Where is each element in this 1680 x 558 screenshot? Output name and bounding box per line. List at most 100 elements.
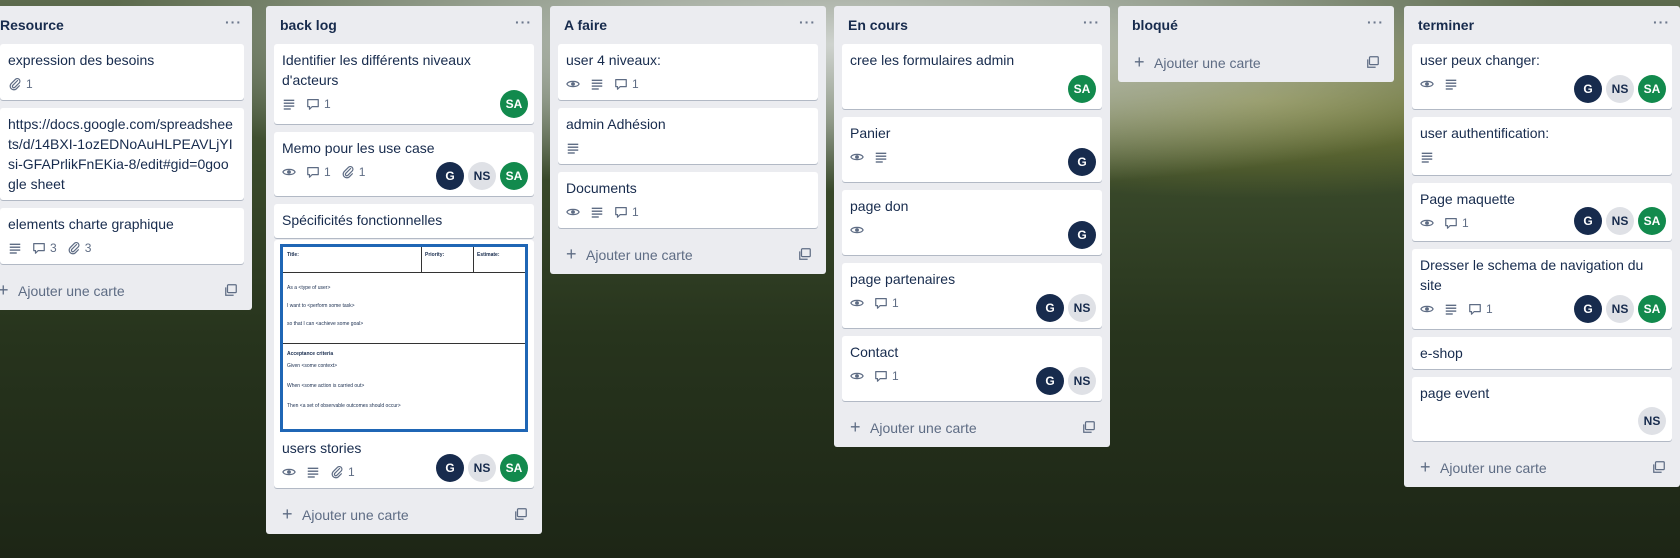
- avatar[interactable]: G: [1036, 294, 1064, 322]
- list-title[interactable]: bloqué: [1132, 17, 1178, 33]
- watch-badge: [850, 223, 864, 237]
- avatar[interactable]: G: [1574, 295, 1602, 323]
- card-template-icon[interactable]: [1366, 55, 1380, 69]
- list-menu-icon[interactable]: ···: [799, 14, 816, 30]
- list-header[interactable]: Resource ···: [0, 6, 252, 44]
- list-title[interactable]: A faire: [564, 17, 607, 33]
- avatar[interactable]: SA: [1068, 75, 1096, 103]
- watch-badge: [566, 205, 580, 219]
- add-card-button[interactable]: + Ajouter une carte: [834, 409, 1110, 447]
- avatar[interactable]: SA: [500, 162, 528, 190]
- list-header[interactable]: terminer ···: [1404, 6, 1680, 44]
- list-header[interactable]: A faire ···: [550, 6, 826, 44]
- avatar[interactable]: NS: [1606, 75, 1634, 103]
- list-back-log: back log ··· Identifier les différents n…: [266, 6, 542, 534]
- list-header[interactable]: back log ···: [266, 6, 542, 44]
- card-badges: [1420, 147, 1664, 167]
- avatar[interactable]: G: [1068, 148, 1096, 176]
- card-badges: 1: [282, 94, 526, 114]
- list-menu-icon[interactable]: ···: [1367, 14, 1384, 30]
- avatar[interactable]: NS: [1606, 295, 1634, 323]
- card[interactable]: Contact 1 G NS: [842, 336, 1102, 401]
- avatar[interactable]: NS: [1606, 207, 1634, 235]
- description-icon: [590, 205, 604, 219]
- list-resource: Resource ··· expression des besoins 1 ht…: [0, 6, 252, 310]
- avatar[interactable]: NS: [1638, 407, 1666, 435]
- add-card-button[interactable]: + Ajouter une carte: [266, 496, 542, 534]
- card[interactable]: Documents 1: [558, 172, 818, 228]
- card-template-icon[interactable]: [798, 247, 812, 261]
- comment-badge: 1: [306, 165, 331, 179]
- list-header[interactable]: En cours ···: [834, 6, 1110, 44]
- card[interactable]: Memo pour les use case 1 1 G NS SA: [274, 132, 534, 196]
- card-badges: 1: [566, 74, 810, 94]
- card[interactable]: Identifier les différents niveaux d'acte…: [274, 44, 534, 124]
- card-template-icon[interactable]: [224, 283, 238, 297]
- card[interactable]: https://docs.google.com/spreadsheets/d/1…: [0, 108, 244, 200]
- card[interactable]: user authentification:: [1412, 117, 1672, 175]
- card[interactable]: cree les formulaires admin SA: [842, 44, 1102, 109]
- card[interactable]: elements charte graphique 3 3: [0, 208, 244, 264]
- avatar[interactable]: SA: [500, 454, 528, 482]
- cover-header-row: [283, 247, 525, 273]
- avatar[interactable]: NS: [468, 454, 496, 482]
- avatar[interactable]: G: [1574, 75, 1602, 103]
- avatar[interactable]: SA: [1638, 75, 1666, 103]
- comment-icon: [32, 241, 46, 255]
- avatar[interactable]: SA: [1638, 295, 1666, 323]
- avatar[interactable]: G: [1036, 367, 1064, 395]
- eye-icon: [1420, 216, 1434, 230]
- add-card-button[interactable]: + Ajouter une carte: [0, 272, 252, 310]
- avatar[interactable]: G: [1068, 221, 1096, 249]
- paperclip-icon: [8, 77, 22, 91]
- comment-icon: [306, 165, 320, 179]
- avatar[interactable]: NS: [468, 162, 496, 190]
- description-badge: [1444, 77, 1458, 91]
- description-badge: [590, 205, 604, 219]
- list-menu-icon[interactable]: ···: [1083, 14, 1100, 30]
- add-card-button[interactable]: + Ajouter une carte: [550, 236, 826, 274]
- card[interactable]: Panier G: [842, 117, 1102, 182]
- list-title[interactable]: En cours: [848, 17, 908, 33]
- list-title[interactable]: terminer: [1418, 17, 1474, 33]
- eye-icon: [850, 150, 864, 164]
- card[interactable]: expression des besoins 1: [0, 44, 244, 100]
- card-template-icon[interactable]: [514, 507, 528, 521]
- card[interactable]: admin Adhésion: [558, 108, 818, 164]
- card-template-icon[interactable]: [1652, 460, 1666, 474]
- avatar[interactable]: G: [436, 454, 464, 482]
- card[interactable]: user 4 niveaux: 1: [558, 44, 818, 100]
- add-card-button[interactable]: + Ajouter une carte: [1404, 449, 1680, 487]
- list-header[interactable]: bloqué ···: [1118, 6, 1394, 44]
- list-title[interactable]: Resource: [0, 17, 64, 33]
- eye-icon: [1420, 302, 1434, 316]
- card-title: Identifier les différents niveaux d'acte…: [282, 52, 471, 88]
- avatar[interactable]: NS: [1068, 294, 1096, 322]
- avatar[interactable]: G: [436, 162, 464, 190]
- card[interactable]: page partenaires 1 G NS: [842, 263, 1102, 328]
- comment-count: 1: [324, 165, 331, 179]
- list-title[interactable]: back log: [280, 17, 337, 33]
- card[interactable]: e-shop: [1412, 337, 1672, 369]
- avatar[interactable]: NS: [1068, 367, 1096, 395]
- comment-badge: 1: [306, 97, 331, 111]
- card[interactable]: user peux changer: G NS SA: [1412, 44, 1672, 109]
- card-template-icon[interactable]: [1082, 420, 1096, 434]
- card-title: cree les formulaires admin: [850, 52, 1015, 68]
- list-menu-icon[interactable]: ···: [1653, 14, 1670, 30]
- card[interactable]: Dresser le schema de navigation du site …: [1412, 249, 1672, 329]
- card[interactable]: Page maquette 1 G NS SA: [1412, 183, 1672, 241]
- avatar[interactable]: SA: [1638, 207, 1666, 235]
- card-badges: [850, 220, 1094, 240]
- card[interactable]: page event NS: [1412, 377, 1672, 441]
- avatar[interactable]: SA: [500, 90, 528, 118]
- card[interactable]: Title: Priority: Estimate: As a <type of…: [274, 240, 534, 488]
- list-menu-icon[interactable]: ···: [515, 14, 532, 30]
- list-menu-icon[interactable]: ···: [225, 14, 242, 30]
- add-card-button[interactable]: + Ajouter une carte: [1118, 44, 1394, 82]
- avatar[interactable]: G: [1574, 207, 1602, 235]
- card[interactable]: Spécificités fonctionnelles: [274, 204, 534, 238]
- comment-icon: [874, 296, 888, 310]
- card[interactable]: page don G: [842, 190, 1102, 255]
- comment-badge: 1: [874, 369, 899, 383]
